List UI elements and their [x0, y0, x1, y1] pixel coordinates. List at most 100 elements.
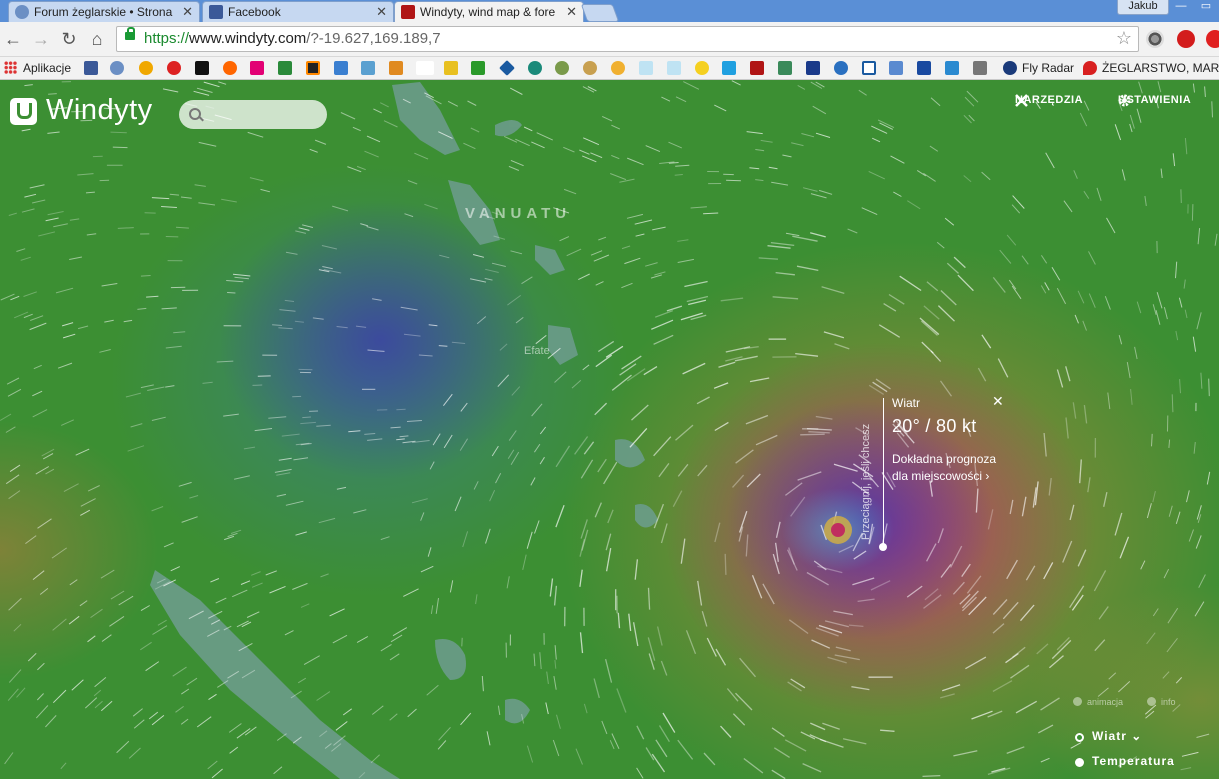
- minimize-icon[interactable]: —: [1168, 0, 1194, 14]
- bookmark-icon[interactable]: [389, 61, 403, 75]
- wind-streak: [603, 461, 618, 485]
- facebook-icon[interactable]: [84, 61, 98, 75]
- wind-streak: [336, 486, 347, 490]
- c-icon[interactable]: [862, 61, 876, 75]
- bookmark-icon[interactable]: [917, 61, 931, 75]
- uk-flag-icon[interactable]: [806, 61, 820, 75]
- tab-forum[interactable]: Forum żeglarskie • Strona ✕: [8, 1, 200, 22]
- fly-radar-bookmark[interactable]: Fly Radar: [1022, 61, 1074, 75]
- wind-streak: [77, 325, 89, 330]
- allegro-icon[interactable]: [223, 61, 237, 75]
- bookmark-icon[interactable]: [583, 61, 597, 75]
- bookmark-icon[interactable]: [778, 61, 792, 75]
- layer-temperature[interactable]: Temperatura: [1075, 754, 1175, 768]
- layer-wind[interactable]: Wiatr ⌄: [1075, 729, 1142, 743]
- close-tab-icon[interactable]: ✕: [182, 4, 193, 20]
- detailed-forecast-link[interactable]: Dokładna prognoza dla miejscowości ›: [892, 451, 996, 485]
- search-input[interactable]: [179, 100, 327, 129]
- bookmark-icon[interactable]: [444, 61, 458, 75]
- profile-button[interactable]: Jakub: [1117, 0, 1169, 15]
- tab-facebook[interactable]: Facebook ✕: [202, 1, 394, 22]
- bookmark-icon[interactable]: [973, 61, 987, 75]
- tab-windyty[interactable]: Windyty, wind map & fore ✕: [394, 1, 584, 23]
- wind-streak: [1005, 652, 1019, 664]
- maximize-icon[interactable]: ▭: [1193, 0, 1219, 14]
- bookmark-icon[interactable]: [834, 61, 848, 75]
- bookmark-icon[interactable]: [667, 61, 681, 75]
- b-icon[interactable]: [195, 61, 209, 75]
- bookmark-icon[interactable]: [555, 61, 569, 75]
- zeglarstwo-icon[interactable]: [1083, 61, 1097, 75]
- wind-streak: [953, 256, 966, 269]
- apps-grid-icon[interactable]: [4, 61, 17, 74]
- wind-streak: [720, 297, 744, 302]
- animation-toggle[interactable]: animacja: [1073, 697, 1123, 707]
- extension-adblock-icon[interactable]: [1206, 30, 1219, 48]
- wind-streak: [484, 277, 493, 281]
- picker-handle[interactable]: [879, 543, 887, 551]
- bookmark-icon[interactable]: [611, 61, 625, 75]
- wind-streak: [802, 187, 818, 192]
- onet-icon[interactable]: [306, 61, 320, 75]
- bookmark-icon[interactable]: [471, 61, 485, 75]
- close-tab-icon[interactable]: ✕: [566, 4, 577, 20]
- weather-sun-icon[interactable]: [695, 61, 709, 75]
- bookmark-icon[interactable]: [334, 61, 348, 75]
- bookmark-icon[interactable]: [361, 61, 375, 75]
- new-tab-button[interactable]: [580, 4, 620, 22]
- wind-streak: [668, 141, 682, 149]
- windyty-bookmark-icon[interactable]: [750, 61, 764, 75]
- wind-streak: [45, 217, 59, 222]
- info-button[interactable]: info: [1147, 697, 1176, 707]
- forward-arrow-icon[interactable]: →: [30, 28, 52, 50]
- settings-button[interactable]: USTAWIENIA: [1118, 94, 1191, 107]
- wind-streak: [31, 199, 46, 204]
- bookmark-icon[interactable]: [722, 61, 736, 75]
- wind-streak: [510, 451, 520, 465]
- wind-streak: [553, 585, 558, 606]
- apps-bookmark[interactable]: Aplikacje: [23, 61, 71, 75]
- tools-button[interactable]: NARZĘDZIA: [1015, 94, 1083, 107]
- fly-radar-icon[interactable]: [1003, 61, 1017, 75]
- wind-streak: [320, 573, 329, 578]
- bookmark-icon[interactable]: [278, 61, 292, 75]
- wind-streak: [1079, 459, 1082, 484]
- t-mobile-icon[interactable]: [250, 61, 264, 75]
- reload-icon[interactable]: ↻: [58, 28, 80, 50]
- bookmark-star-icon[interactable]: ☆: [1116, 28, 1132, 49]
- sail-icon[interactable]: [499, 60, 515, 76]
- wind-streak: [356, 636, 369, 643]
- bookmark-icon[interactable]: [528, 61, 542, 75]
- home-icon[interactable]: ⌂: [86, 28, 108, 50]
- back-arrow-icon[interactable]: ←: [2, 28, 24, 50]
- forum-icon[interactable]: [110, 61, 124, 75]
- sun-icon[interactable]: [139, 61, 153, 75]
- wind-streak: [552, 739, 560, 757]
- wind-streak: [389, 653, 400, 661]
- wind-streak: [1191, 204, 1194, 221]
- url-text[interactable]: https://www.windyty.com/?-19.627,169.189…: [144, 30, 441, 47]
- bookmark-icon[interactable]: [167, 61, 181, 75]
- wind-streak: [390, 426, 401, 429]
- wind-streak: [963, 175, 972, 183]
- address-bar[interactable]: https://www.windyty.com/?-19.627,169.189…: [116, 26, 1139, 52]
- wind-streak: [818, 189, 833, 195]
- extension-soccer-icon[interactable]: [1146, 30, 1164, 48]
- close-popup-icon[interactable]: ✕: [992, 393, 1004, 410]
- wind-streak: [579, 569, 583, 587]
- windyty-logo[interactable]: Windyty: [10, 94, 190, 128]
- bookmark-icon[interactable]: [945, 61, 959, 75]
- zeglarstwo-bookmark[interactable]: ŻEGLARSTWO, MAR...: [1102, 61, 1219, 75]
- extension-opera-icon[interactable]: [1177, 30, 1195, 48]
- dba-icon[interactable]: [416, 61, 434, 75]
- bookmark-icon[interactable]: [639, 61, 653, 75]
- close-tab-icon[interactable]: ✕: [376, 4, 387, 20]
- wind-streak: [32, 409, 48, 418]
- chevron-down-icon[interactable]: ⌄: [1131, 729, 1142, 743]
- wind-streak: [396, 438, 405, 441]
- wind-map[interactable]: Windyty NARZĘDZIA USTAWIENIA VANUATU Efa…: [0, 80, 1219, 779]
- wind-streak: [1188, 529, 1194, 542]
- bookmark-icon[interactable]: [889, 61, 903, 75]
- wind-streak: [610, 173, 627, 181]
- wind-streak: [636, 725, 645, 740]
